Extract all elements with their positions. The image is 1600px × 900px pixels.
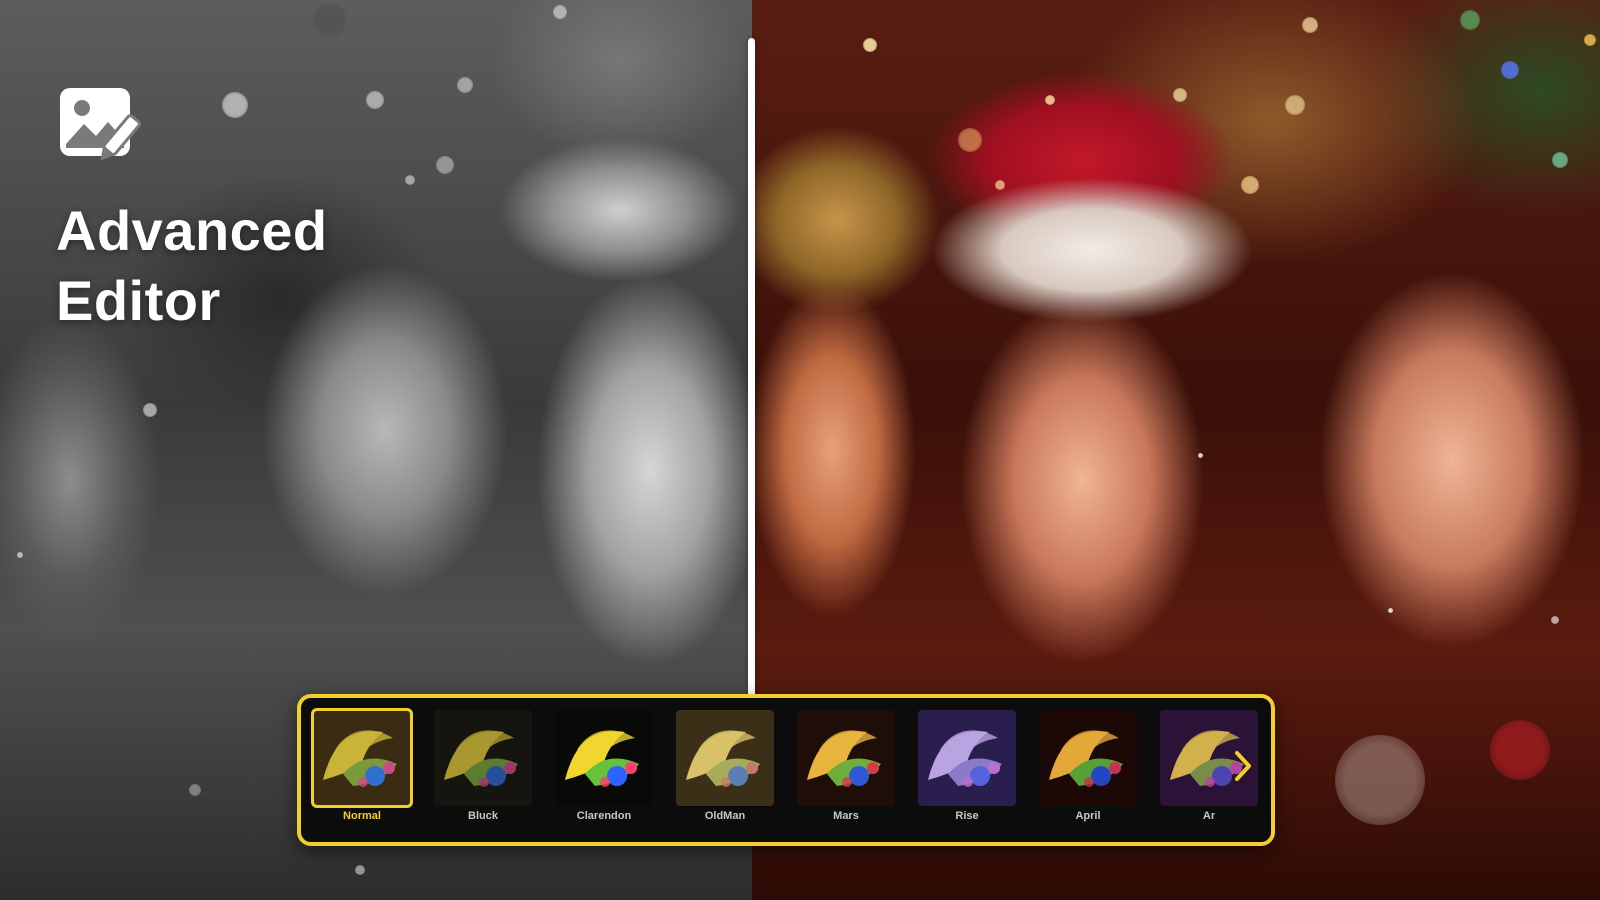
bokeh-light xyxy=(1387,607,1393,613)
filter-label: Clarendon xyxy=(576,810,632,822)
bokeh-light xyxy=(1552,152,1568,168)
bokeh-light xyxy=(958,128,982,152)
filter-label: Ar xyxy=(1202,810,1216,822)
filter-option-mars[interactable]: Mars xyxy=(797,710,895,834)
filter-thumbnail xyxy=(555,710,653,806)
filter-thumbnail xyxy=(797,710,895,806)
bokeh-light xyxy=(143,403,157,417)
filter-label: OldMan xyxy=(704,810,746,822)
bokeh-light xyxy=(366,91,384,109)
bokeh-light xyxy=(313,3,347,37)
bokeh-light xyxy=(1285,95,1305,115)
bokeh-light xyxy=(1551,616,1559,624)
filter-label: Normal xyxy=(343,810,381,822)
filter-thumbnail xyxy=(1039,710,1137,806)
bokeh-light xyxy=(1584,34,1596,46)
bokeh-light xyxy=(1173,88,1187,102)
bokeh-light xyxy=(189,784,201,796)
bokeh-light xyxy=(1197,452,1203,458)
filter-option-rise[interactable]: Rise xyxy=(918,710,1016,834)
bokeh-light xyxy=(1045,95,1055,105)
image-edit-icon xyxy=(58,86,144,172)
filter-label: Bluck xyxy=(468,810,498,822)
filter-thumbnail xyxy=(918,710,1016,806)
bokeh-light xyxy=(1490,720,1550,780)
filter-label: April xyxy=(1075,810,1101,822)
filter-option-oldman[interactable]: OldMan xyxy=(676,710,774,834)
bokeh-light xyxy=(1460,10,1480,30)
bokeh-light xyxy=(355,865,365,875)
bokeh-light xyxy=(17,552,23,558)
bokeh-light xyxy=(1335,735,1425,825)
title-line-1: Advanced xyxy=(56,199,328,262)
editor-canvas: Advanced Editor Normal Bluck Clarendon OldM… xyxy=(0,0,1600,900)
filter-option-april[interactable]: April xyxy=(1039,710,1137,834)
filter-option-bluck[interactable]: Bluck xyxy=(434,710,532,834)
bokeh-light xyxy=(1501,61,1519,79)
filter-option-normal[interactable]: Normal xyxy=(311,708,413,834)
bokeh-light xyxy=(995,180,1005,190)
bokeh-light xyxy=(457,77,473,93)
bokeh-light xyxy=(863,38,877,52)
filter-thumbnail xyxy=(676,710,774,806)
filter-label: Rise xyxy=(955,810,979,822)
bokeh-light xyxy=(222,92,248,118)
bokeh-light xyxy=(1241,176,1259,194)
filter-option-clarendon[interactable]: Clarendon xyxy=(555,710,653,834)
filter-label: Mars xyxy=(833,810,859,822)
bokeh-light xyxy=(436,156,454,174)
bokeh-light xyxy=(405,175,415,185)
filter-list: Normal Bluck Clarendon OldMan Mars Rise April A… xyxy=(311,708,1258,834)
filter-thumbnail xyxy=(434,710,532,806)
compare-divider-handle[interactable] xyxy=(748,38,755,706)
title-line-2: Editor xyxy=(56,269,221,332)
bokeh-light xyxy=(553,5,567,19)
filter-strip: Normal Bluck Clarendon OldMan Mars Rise April A… xyxy=(297,694,1275,846)
filter-thumbnail xyxy=(311,708,413,808)
page-title: Advanced Editor xyxy=(56,196,416,336)
bokeh-light xyxy=(1302,17,1318,33)
chevron-right-icon[interactable] xyxy=(1231,746,1255,786)
